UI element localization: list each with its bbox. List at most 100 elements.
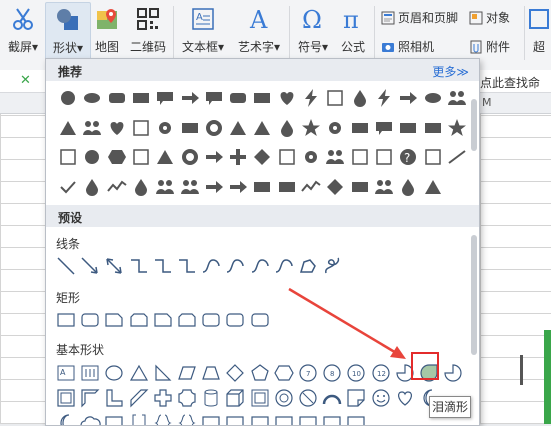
preset-shape-elbow-icon[interactable]: [151, 254, 175, 278]
shapes-button[interactable]: 形状▾: [45, 2, 91, 66]
recommended-shape-oval-icon[interactable]: [421, 86, 445, 110]
preset-shape-rtri-icon[interactable]: [151, 361, 175, 385]
recommended-shape-diamond-icon[interactable]: [250, 145, 274, 169]
recommended-shape-plus-icon[interactable]: [226, 145, 250, 169]
preset-shape-para-icon[interactable]: [175, 361, 199, 385]
recommended-shape-box-icon[interactable]: [275, 145, 299, 169]
recommended-shape-ring-icon[interactable]: [178, 145, 202, 169]
preset-shape-snip2-icon[interactable]: [175, 308, 199, 332]
recommended-scrollbar[interactable]: [471, 99, 477, 151]
recommended-shape-oval-icon[interactable]: [80, 86, 104, 110]
preset-shape-vtext-icon[interactable]: [78, 361, 102, 385]
recommended-shape-rect-icon[interactable]: [396, 116, 420, 140]
recommended-shape-callout-icon[interactable]: [372, 116, 396, 140]
preset-shape-rrect-icon[interactable]: [78, 308, 102, 332]
qrcode-button[interactable]: 二维码: [126, 2, 170, 64]
recommended-shape-question-icon[interactable]: ?: [396, 145, 420, 169]
preset-shape-curve-icon[interactable]: [272, 254, 296, 278]
preset-shape-elbow-icon[interactable]: [175, 254, 199, 278]
recommended-shape-people-icon[interactable]: [153, 175, 177, 199]
preset-shape-line-icon[interactable]: [54, 254, 78, 278]
recommended-shape-people-icon[interactable]: [178, 175, 202, 199]
screenshot-button[interactable]: 截屏▾: [3, 2, 43, 64]
preset-shape-curve-icon[interactable]: [248, 254, 272, 278]
preset-shape-snip-icon[interactable]: [151, 308, 175, 332]
recommended-shape-rect-icon[interactable]: [250, 86, 274, 110]
preset-shape-rrect-icon[interactable]: [248, 308, 272, 332]
preset-shape-bevel-icon[interactable]: [248, 386, 272, 410]
recommended-shape-box-icon[interactable]: [348, 145, 372, 169]
wordart-button[interactable]: A 艺术字▾: [232, 2, 286, 64]
preset-shape-pie-icon[interactable]: [441, 361, 465, 385]
recommended-shape-gear-icon[interactable]: [299, 145, 323, 169]
preset-shape-rrect-icon[interactable]: [199, 308, 223, 332]
preset-shape-lshape-icon[interactable]: [102, 386, 126, 410]
recommended-shape-box-icon[interactable]: [129, 116, 153, 140]
recommended-shape-box-icon[interactable]: [372, 145, 396, 169]
recommended-shape-people-icon[interactable]: [80, 116, 104, 140]
preset-shape-rrect-icon[interactable]: [223, 308, 247, 332]
preset-shape-oct-icon[interactable]: 8: [320, 361, 344, 385]
preset-shape-freeform-icon[interactable]: [296, 254, 320, 278]
preset-shape-diamond-icon[interactable]: [223, 361, 247, 385]
map-button[interactable]: 地图: [91, 2, 123, 64]
recommended-shape-triangle-icon[interactable]: [421, 175, 445, 199]
attachment-button[interactable]: 附件: [469, 38, 510, 58]
recommended-shape-people-icon[interactable]: [372, 175, 396, 199]
recommended-shape-heart-icon[interactable]: [105, 116, 129, 140]
recommended-shape-rect-icon[interactable]: [421, 116, 445, 140]
recommended-shape-arrow-icon[interactable]: [202, 145, 226, 169]
recommended-shape-rrect-icon[interactable]: [105, 86, 129, 110]
recommended-shape-rect-icon[interactable]: [348, 116, 372, 140]
recommended-shape-triangle-icon[interactable]: [250, 116, 274, 140]
recommended-shape-triangle-icon[interactable]: [56, 116, 80, 140]
recommended-shape-zig-icon[interactable]: [299, 175, 323, 199]
recommended-shape-callout-icon[interactable]: [202, 86, 226, 110]
recommended-shape-check-icon[interactable]: [56, 175, 80, 199]
recommended-shape-callout-icon[interactable]: [153, 86, 177, 110]
preset-shape-diagstripe-icon[interactable]: [127, 386, 151, 410]
preset-shape-pent-icon[interactable]: [248, 361, 272, 385]
preset-shape-cube-icon[interactable]: [223, 386, 247, 410]
recommended-shape-star-icon[interactable]: [299, 116, 323, 140]
recommended-shape-drop-icon[interactable]: [80, 175, 104, 199]
recommended-shape-gear-icon[interactable]: [323, 116, 347, 140]
recommended-shape-triangle-icon[interactable]: [226, 116, 250, 140]
object-button[interactable]: 对象: [469, 9, 510, 29]
recommended-shape-box-icon[interactable]: [421, 145, 445, 169]
overflow-button[interactable]: 超: [527, 2, 551, 64]
formula-button[interactable]: π 公式: [335, 2, 371, 64]
symbol-button[interactable]: Ω 符号▾: [293, 2, 333, 64]
preset-shape-halfframe-icon[interactable]: [78, 386, 102, 410]
recommended-shape-arrow-icon[interactable]: [226, 175, 250, 199]
recommended-shape-drop-icon[interactable]: [348, 86, 372, 110]
recommended-shape-heart-icon[interactable]: [275, 86, 299, 110]
recommended-shape-hexagon-icon[interactable]: [105, 145, 129, 169]
preset-scrollbar[interactable]: [471, 235, 477, 355]
preset-shape-tri-icon[interactable]: [127, 361, 151, 385]
preset-shape-plaque-icon[interactable]: [175, 386, 199, 410]
preset-shape-heart-icon[interactable]: [393, 386, 417, 410]
preset-shape-elbow-icon[interactable]: [127, 254, 151, 278]
recommended-shape-arrow-icon[interactable]: [178, 86, 202, 110]
recommended-shape-drop-icon[interactable]: [396, 175, 420, 199]
preset-shape-curve-icon[interactable]: [199, 254, 223, 278]
recommended-shape-arrow-icon[interactable]: [396, 86, 420, 110]
recommended-shape-rect-icon[interactable]: [275, 175, 299, 199]
recommended-shape-diamond-icon[interactable]: [323, 175, 347, 199]
camera-button[interactable]: 照相机: [381, 38, 434, 58]
preset-shape-textbox-icon[interactable]: A: [54, 361, 78, 385]
recommended-shape-line-icon[interactable]: [445, 145, 469, 169]
recommended-shape-drop-icon[interactable]: [275, 116, 299, 140]
recommended-shape-box-icon[interactable]: [323, 86, 347, 110]
recommended-shape-box-icon[interactable]: [129, 145, 153, 169]
preset-shape-curve-icon[interactable]: [223, 254, 247, 278]
preset-shape-hept-icon[interactable]: 7: [296, 361, 320, 385]
header-footer-button[interactable]: 页眉和页脚: [381, 9, 458, 29]
textbox-button[interactable]: A 文本框▾: [177, 2, 229, 64]
preset-shape-frame-icon[interactable]: [54, 386, 78, 410]
preset-shape-oval-icon[interactable]: [102, 361, 126, 385]
preset-shape-plus-icon[interactable]: [151, 386, 175, 410]
recommended-shape-rect-icon[interactable]: [348, 175, 372, 199]
preset-shape-smile-icon[interactable]: [369, 386, 393, 410]
